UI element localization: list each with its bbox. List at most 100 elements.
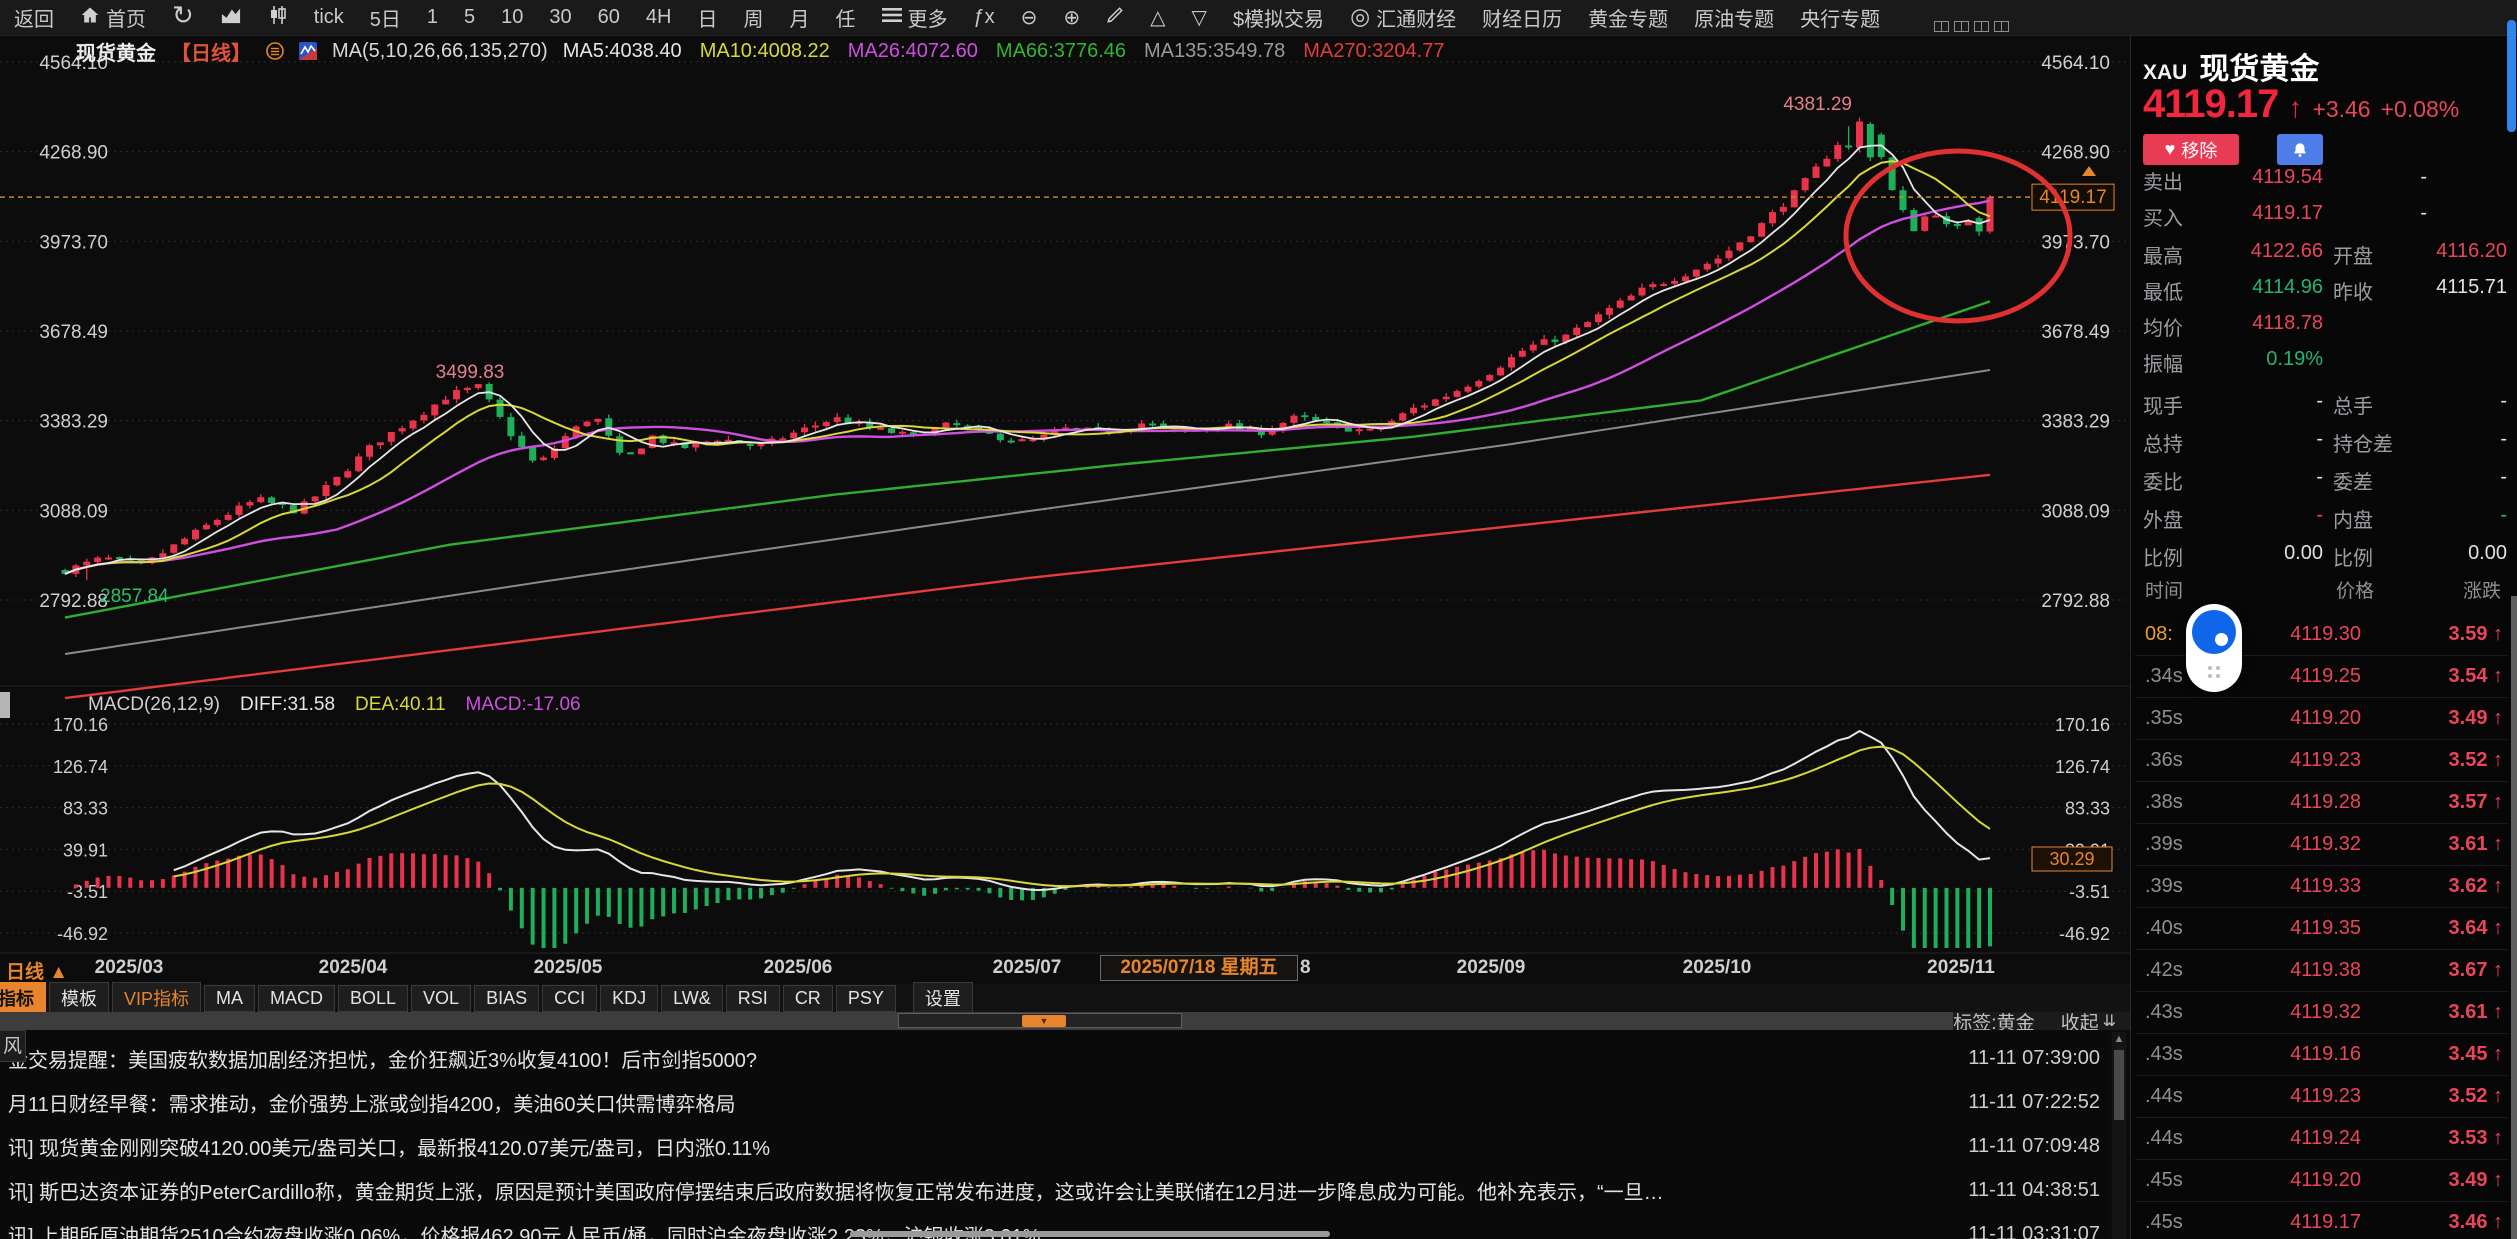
quote-value: - (2193, 466, 2323, 489)
news-item[interactable]: 讯] 现货黄金刚刚突破4120.00美元/盎司关口，最新报4120.07美元/盎… (8, 1124, 2100, 1168)
tab-BOLL[interactable]: BOLL (338, 985, 408, 1012)
toolbar-item-tick[interactable]: tick (314, 6, 344, 29)
period-label[interactable]: 日线 ▲ (6, 957, 68, 984)
chart-layout-icons[interactable] (1934, 21, 2009, 32)
area-icon (220, 5, 242, 31)
tick-change: 3.61 ↑ (2449, 833, 2503, 856)
news-circle-icon[interactable] (266, 42, 284, 60)
svg-text:4381.29: 4381.29 (1783, 94, 1852, 115)
toolbar-item-fx678[interactable]: ◎汇通财经 (1350, 3, 1456, 32)
toolbar-item-fx[interactable]: ƒx (974, 6, 995, 29)
ma-indicator-icon[interactable] (299, 42, 317, 60)
toolbar-item-refresh[interactable]: ↻ (172, 5, 194, 30)
toolbar-item-day[interactable]: 日 (698, 3, 718, 32)
quote-value: - (2193, 428, 2323, 451)
panel-scrollbar[interactable] (2511, 596, 2517, 1239)
browser-scrollbar-thumb[interactable] (2507, 20, 2516, 132)
news-corner-tab[interactable]: 风 (0, 1030, 26, 1062)
toolbar-item-back[interactable]: 返回 (14, 3, 54, 32)
news-scrollbar-thumb[interactable] (2114, 1050, 2124, 1120)
tab-模板[interactable]: 模板 (49, 982, 109, 1014)
remove-watch-button[interactable]: ♥移除 (2143, 134, 2239, 165)
svg-text:-46.92: -46.92 (57, 924, 108, 944)
tab-MACD[interactable]: MACD (258, 985, 335, 1012)
quote-value: - (2377, 428, 2507, 451)
scroll-up-arrow-icon[interactable]: ▲ (2112, 1032, 2126, 1046)
toolbar-item-5d[interactable]: 5日 (370, 3, 401, 32)
browser-bubble-icon[interactable] (2192, 610, 2236, 654)
axis-month-label: 2025/09 (1457, 957, 1526, 979)
toolbar-item-area-chart[interactable] (220, 5, 242, 31)
quote-value: - (2297, 202, 2427, 225)
layout-grid-icon[interactable] (1974, 21, 1989, 32)
tab-CR[interactable]: CR (783, 985, 833, 1012)
news-item[interactable]: 月11日财经早餐：需求推动，金价强势上涨或剑指4200，美油60关口供需博弈格局… (8, 1080, 2100, 1124)
toolbar-item-4h[interactable]: 4H (646, 6, 672, 29)
toolbar-item-oil-topic[interactable]: 原油专题 (1694, 3, 1774, 32)
toolbar-item-label: 央行专题 (1800, 3, 1880, 32)
tab-RSI[interactable]: RSI (726, 985, 780, 1012)
news-item[interactable]: 讯] 斯巴达资本证券的PeterCardillo称，黄金期货上涨，原因是预计美国… (8, 1168, 2100, 1212)
tick-change: 3.52 ↑ (2449, 1085, 2503, 1108)
tab-BIAS[interactable]: BIAS (474, 985, 539, 1012)
toolbar-item-zoom-in[interactable]: ⊕ (1063, 5, 1080, 30)
hscrollbar-handle[interactable]: ▼ (1022, 1015, 1066, 1027)
toolbar-item-home[interactable]: 首页 (80, 3, 146, 32)
toolbar-item-sim-trade[interactable]: $模拟交易 (1233, 3, 1324, 32)
toolbar-item-more[interactable]: 更多 (882, 3, 948, 32)
toolbar-item-60min[interactable]: 60 (598, 6, 620, 29)
bottom-scroll-pill[interactable] (850, 1231, 1330, 1237)
tab-VOL[interactable]: VOL (411, 985, 471, 1012)
toolbar-item-week[interactable]: 周 (744, 3, 764, 32)
layout-split-icon[interactable] (1954, 21, 1969, 32)
tab-LW&[interactable]: LW& (661, 985, 723, 1012)
tab-MA[interactable]: MA (204, 985, 255, 1012)
toolbar-item-month[interactable]: 月 (790, 3, 810, 32)
toolbar-item-label: 返回 (14, 3, 54, 32)
floating-widget[interactable] (2186, 604, 2242, 692)
toolbar-item-custom[interactable]: 任 (836, 3, 856, 32)
tab-PSY[interactable]: PSY (836, 985, 896, 1012)
layout-single-icon[interactable] (1934, 21, 1949, 32)
tab-CCI[interactable]: CCI (542, 985, 597, 1012)
candlestick-chart[interactable]: 4564.104564.104268.904268.903973.703973.… (0, 36, 2130, 955)
layout-quad-icon[interactable] (1994, 21, 2009, 32)
toolbar-item-label: △ (1150, 5, 1165, 30)
toolbar-item-candle-chart[interactable] (268, 5, 288, 31)
toolbar-item-gold-topic[interactable]: 黄金专题 (1588, 3, 1668, 32)
toolbar-item-draw[interactable] (1106, 6, 1124, 30)
quote-value: - (2193, 504, 2323, 527)
toolbar-item-calendar[interactable]: 财经日历 (1482, 3, 1562, 32)
toolbar-item-10min[interactable]: 10 (501, 6, 523, 29)
quote-label: 比例 (2333, 542, 2373, 571)
toolbar-item-5min[interactable]: 5 (464, 6, 475, 29)
tick-time: .38s (2145, 791, 2237, 814)
quote-value: - (2377, 390, 2507, 413)
tick-row: .40s4119.353.64 ↑ (2145, 914, 2503, 942)
panel-collapse-handle[interactable] (0, 692, 10, 718)
svg-text:3678.49: 3678.49 (2041, 322, 2110, 343)
toolbar-item-30min[interactable]: 30 (549, 6, 571, 29)
news-scrollbar[interactable]: ▲ (2112, 1032, 2126, 1239)
svg-text:-46.92: -46.92 (2059, 924, 2110, 944)
tick-price: 4119.32 (2237, 1001, 2361, 1024)
news-title: 金交易提醒：美国疲软数据加剧经济担忧，金价狂飙近3%收复4100！后市剑指500… (8, 1044, 1895, 1073)
toolbar-item-zoom-out[interactable]: ⊖ (1021, 5, 1038, 30)
tab-VIP指标[interactable]: VIP指标 (112, 982, 201, 1014)
chart-hscrollbar[interactable]: ▼ 标签:黄金 收起⇊ (0, 1012, 2130, 1030)
toolbar-item-central-bank-topic[interactable]: 央行专题 (1800, 3, 1880, 32)
tick-time: .36s (2145, 749, 2237, 772)
tab-设置[interactable]: 设置 (913, 982, 973, 1014)
alert-bell-button[interactable] (2277, 134, 2323, 165)
toolbar-item-tri-down[interactable]: ▽ (1192, 5, 1207, 30)
news-list: 金交易提醒：美国疲软数据加剧经济担忧，金价狂飙近3%收复4100！后市剑指500… (0, 1030, 2110, 1239)
news-item[interactable]: 金交易提醒：美国疲软数据加剧经济担忧，金价狂飙近3%收复4100！后市剑指500… (8, 1036, 2100, 1080)
quote-row: 现手-总手- (2143, 390, 2509, 416)
tab-KDJ[interactable]: KDJ (600, 985, 658, 1012)
svg-text:83.33: 83.33 (63, 799, 108, 819)
toolbar-item-tri-up[interactable]: △ (1150, 5, 1165, 30)
tab-指标[interactable]: 指标 (0, 982, 46, 1014)
tick-change: 3.46 ↑ (2449, 1211, 2503, 1234)
tick-time: .40s (2145, 917, 2237, 940)
toolbar-item-1min[interactable]: 1 (427, 6, 438, 29)
